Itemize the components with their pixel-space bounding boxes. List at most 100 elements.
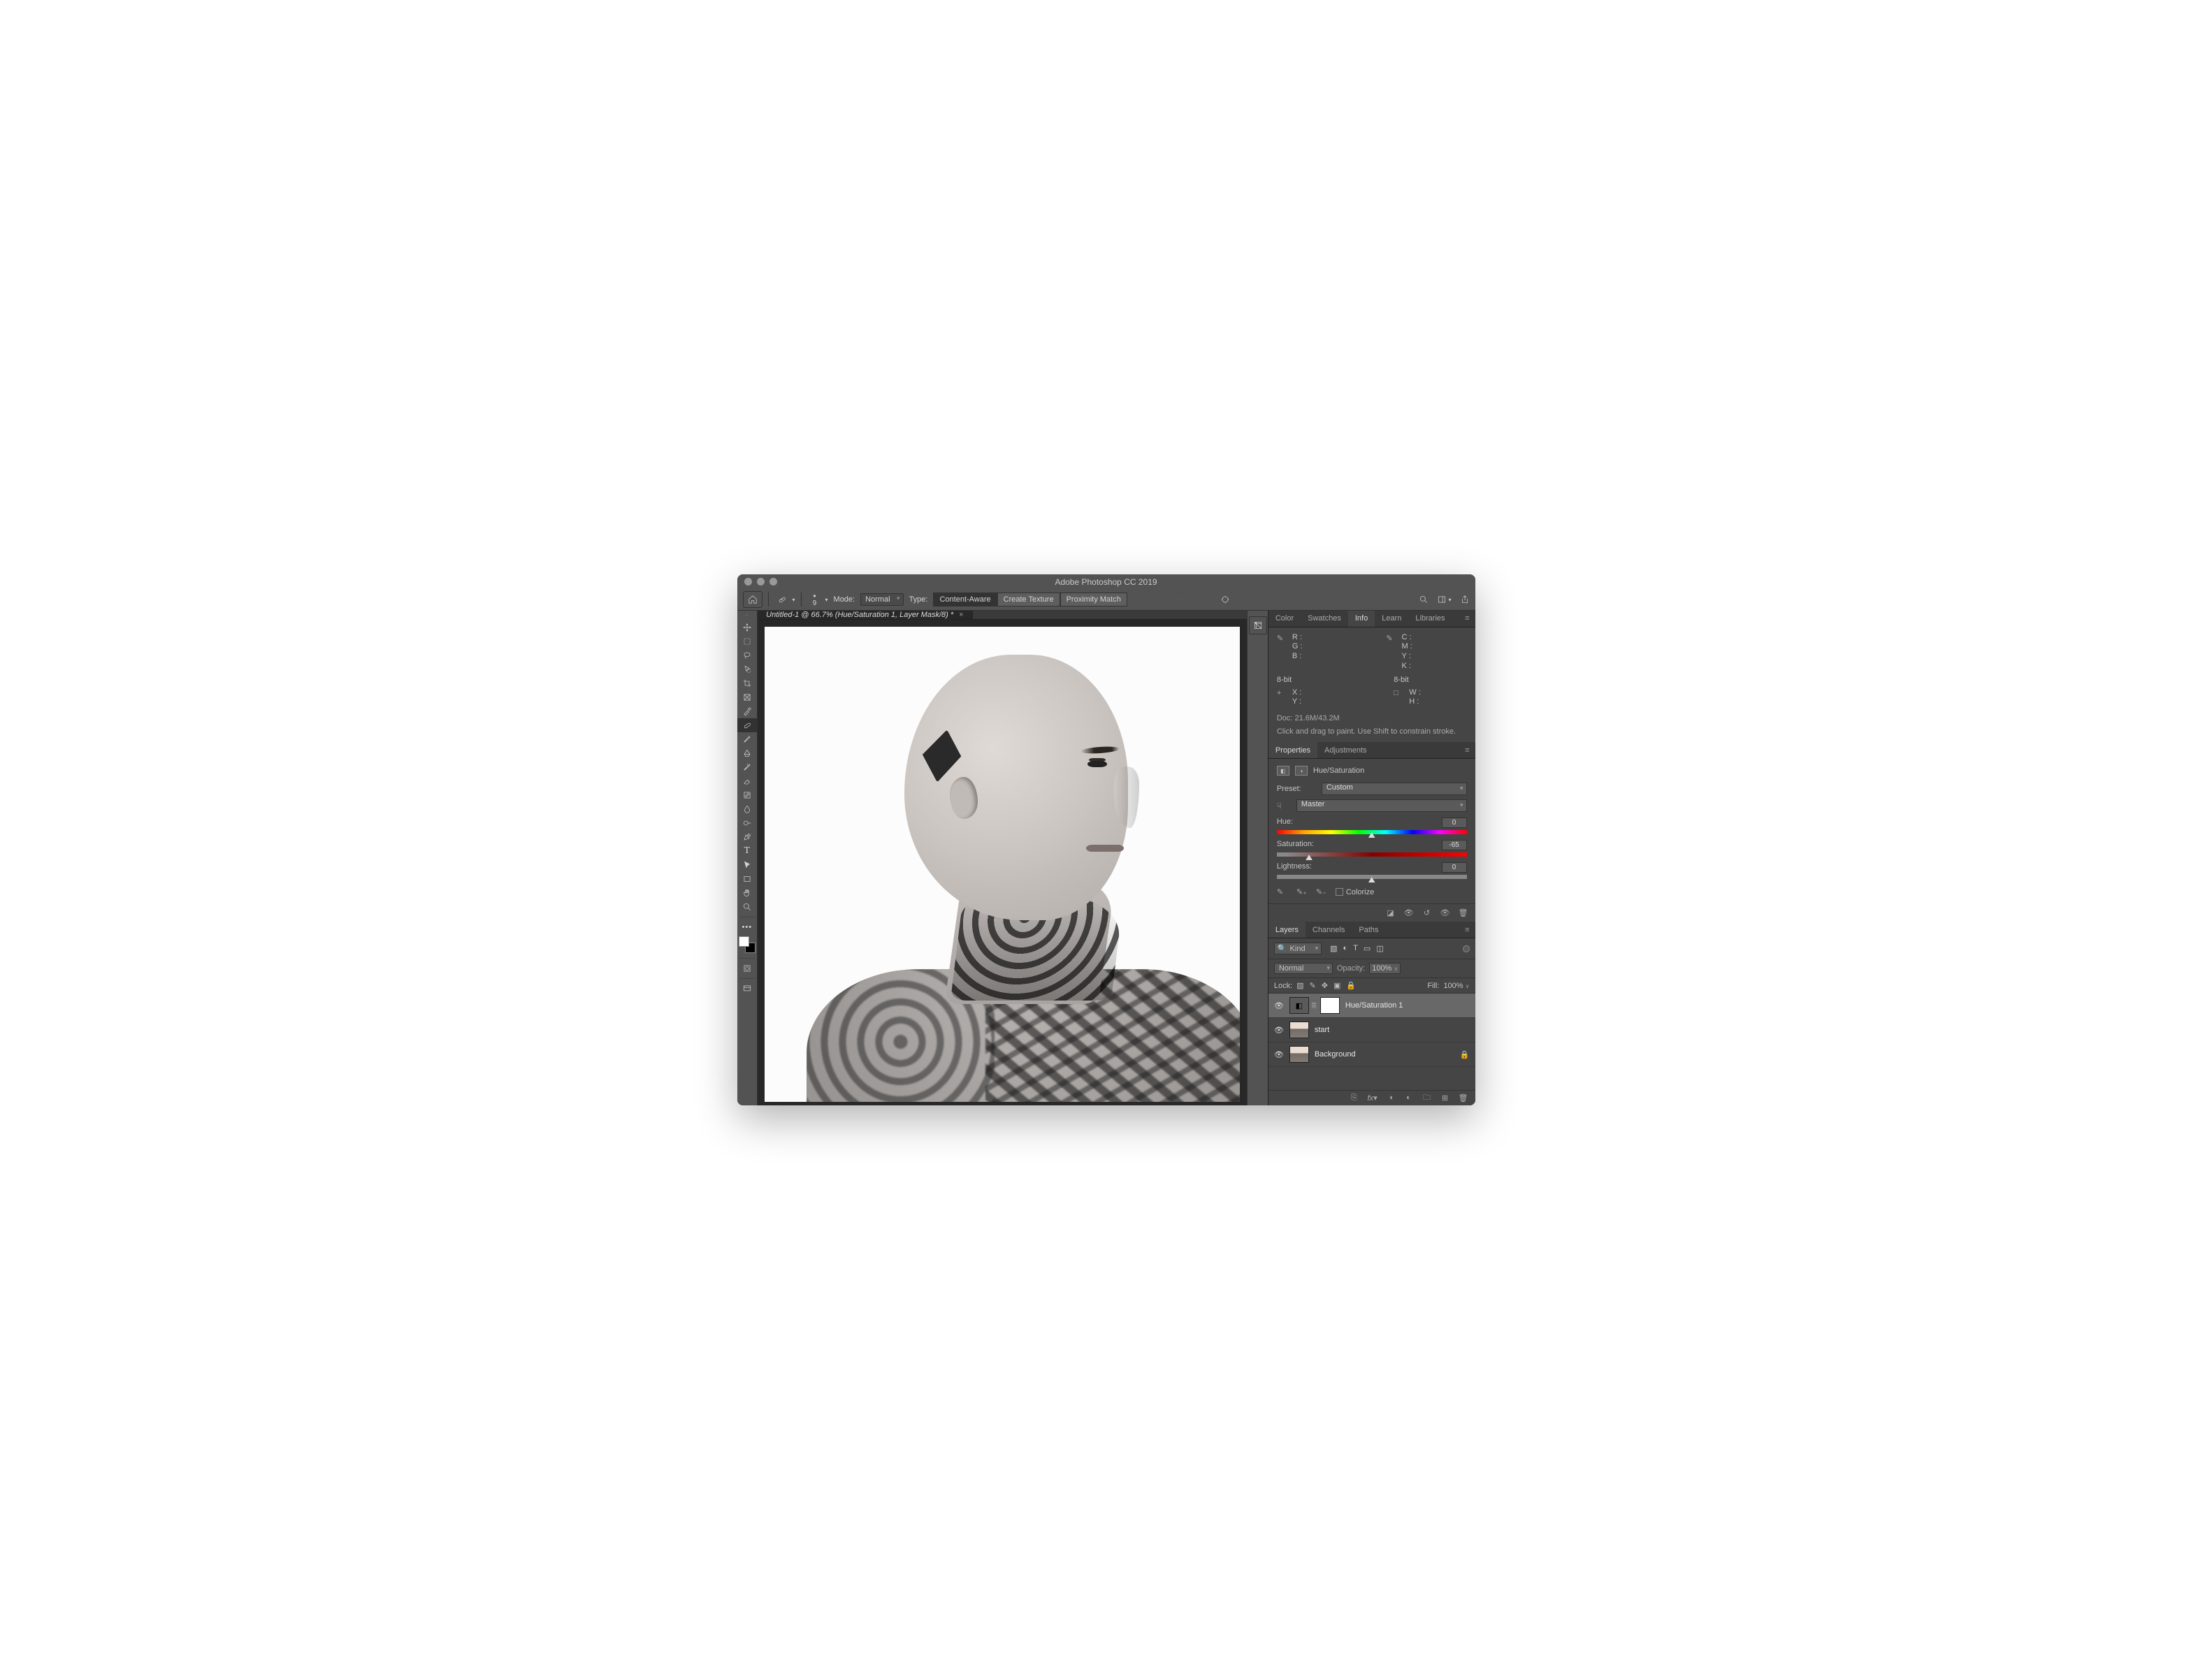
hand-tool[interactable] (737, 886, 757, 900)
proximity-match-button[interactable]: Proximity Match (1060, 593, 1127, 606)
targeted-adjust-icon[interactable]: ☟ (1277, 801, 1291, 811)
lightness-value[interactable]: 0 (1442, 862, 1467, 873)
mask-thumb[interactable] (1320, 997, 1340, 1014)
marquee-tool[interactable] (737, 634, 757, 648)
clone-stamp-tool[interactable] (737, 746, 757, 760)
layer-row[interactable]: 👁 Background 🔒 (1268, 1042, 1475, 1067)
tab-paths[interactable]: Paths (1352, 922, 1385, 938)
edit-toolbar[interactable]: ••• (737, 920, 757, 934)
filter-shape-icon[interactable]: ▭ (1364, 944, 1371, 953)
foreground-color[interactable] (739, 936, 749, 947)
lock-transparent-icon[interactable]: ▧ (1296, 981, 1303, 990)
home-button[interactable] (743, 591, 762, 608)
tab-channels[interactable]: Channels (1306, 922, 1352, 938)
quick-mask-icon[interactable] (737, 961, 757, 975)
hue-slider[interactable] (1277, 830, 1467, 834)
eyedropper-minus-icon[interactable]: ✎₋ (1316, 887, 1326, 896)
close-icon[interactable]: × (959, 611, 963, 619)
layer-name[interactable]: start (1315, 1026, 1329, 1034)
filter-pixel-icon[interactable]: ▧ (1330, 944, 1337, 953)
canvas[interactable] (758, 620, 1247, 1105)
quick-select-tool[interactable] (737, 662, 757, 676)
trash-icon[interactable]: 🗑 (1459, 1093, 1468, 1103)
path-select-tool[interactable] (737, 858, 757, 872)
layer-row[interactable]: 👁 ◧ ⎘ Hue/Saturation 1 (1268, 994, 1475, 1018)
tab-adjustments[interactable]: Adjustments (1317, 742, 1374, 758)
blur-tool[interactable] (737, 802, 757, 816)
chevron-down-icon[interactable]: ▾ (825, 597, 828, 603)
tab-learn[interactable]: Learn (1375, 611, 1408, 627)
bandage-icon[interactable] (774, 592, 790, 607)
filter-toggle[interactable] (1463, 945, 1470, 952)
adjustment-thumb[interactable]: ◧ (1289, 997, 1309, 1014)
foreground-background-colors[interactable] (739, 936, 756, 953)
lock-all-icon[interactable]: 🔒 (1346, 981, 1356, 990)
history-brush-tool[interactable] (737, 760, 757, 774)
history-dock-icon[interactable] (1249, 616, 1267, 634)
hue-value[interactable]: 0 (1442, 817, 1467, 828)
lock-icon[interactable]: 🔒 (1460, 1050, 1470, 1059)
opacity-value[interactable]: 100% ∨ (1369, 963, 1401, 974)
adjustment-type-icon[interactable]: ◧ (1277, 766, 1289, 776)
layer-thumb[interactable] (1289, 1046, 1309, 1063)
toggle-visibility-icon[interactable]: 👁 (1440, 908, 1450, 917)
saturation-value[interactable]: -65 (1442, 840, 1467, 850)
new-layer-icon[interactable]: ⊞ (1440, 1093, 1450, 1103)
layer-name[interactable]: Background (1315, 1050, 1356, 1059)
tab-swatches[interactable]: Swatches (1301, 611, 1348, 627)
healing-brush-tool[interactable] (737, 718, 757, 732)
tab-info[interactable]: Info (1348, 611, 1375, 627)
clip-to-layer-icon[interactable]: ◪ (1386, 908, 1396, 917)
lightness-slider[interactable] (1277, 875, 1467, 879)
view-previous-icon[interactable]: 👁 (1404, 908, 1414, 917)
gradient-tool[interactable] (737, 788, 757, 802)
type-tool[interactable]: T (737, 844, 757, 858)
zoom-tool[interactable] (737, 900, 757, 914)
maximize-window-icon[interactable] (769, 578, 777, 586)
pen-tool[interactable] (737, 830, 757, 844)
document-tab[interactable]: Untitled-1 @ 66.7% (Hue/Saturation 1, La… (758, 611, 972, 619)
mask-icon[interactable]: ◑ (1295, 766, 1308, 776)
rectangle-tool[interactable] (737, 872, 757, 886)
colorize-checkbox[interactable]: Colorize (1336, 888, 1374, 896)
pressure-icon[interactable] (1217, 592, 1233, 607)
trash-icon[interactable]: 🗑 (1459, 908, 1468, 917)
eyedropper-plus-icon[interactable]: ✎₊ (1296, 887, 1306, 896)
crop-tool[interactable] (737, 676, 757, 690)
tab-layers[interactable]: Layers (1268, 922, 1306, 938)
dodge-tool[interactable] (737, 816, 757, 830)
lock-pixels-icon[interactable]: ✎ (1310, 981, 1316, 990)
panel-menu-icon[interactable]: ≡ (1459, 746, 1475, 755)
tab-libraries[interactable]: Libraries (1408, 611, 1452, 627)
layer-row[interactable]: 👁 start (1268, 1018, 1475, 1042)
add-mask-icon[interactable]: ◑ (1386, 1093, 1396, 1102)
move-tool[interactable] (737, 620, 757, 634)
traffic-lights[interactable] (744, 578, 777, 586)
link-layers-icon[interactable]: ⎘ (1350, 1093, 1359, 1103)
share-icon[interactable] (1460, 595, 1470, 604)
eyedropper-tool[interactable] (737, 704, 757, 718)
panel-grip[interactable] (741, 613, 753, 618)
brush-tool[interactable] (737, 732, 757, 746)
filter-smart-icon[interactable]: ◫ (1376, 944, 1383, 953)
visibility-icon[interactable]: 👁 (1274, 1026, 1284, 1035)
eyedropper-icon[interactable]: ✎ (1277, 887, 1287, 896)
new-group-icon[interactable]: 🗀 (1422, 1091, 1432, 1105)
new-adjustment-icon[interactable]: ◐ (1404, 1093, 1414, 1102)
visibility-icon[interactable]: 👁 (1274, 1001, 1284, 1010)
filter-type-icon[interactable]: T (1353, 944, 1358, 953)
visibility-icon[interactable]: 👁 (1274, 1050, 1284, 1059)
panel-menu-icon[interactable]: ≡ (1459, 926, 1475, 934)
layer-style-icon[interactable]: fx▾ (1368, 1093, 1378, 1103)
mode-select[interactable]: Normal (860, 593, 903, 606)
tab-properties[interactable]: Properties (1268, 742, 1317, 758)
brush-preset-icon[interactable]: • 9 (807, 592, 823, 607)
create-texture-button[interactable]: Create Texture (997, 593, 1060, 606)
workspace-switcher[interactable]: ▾ (1437, 595, 1451, 604)
search-icon[interactable] (1419, 595, 1429, 604)
close-window-icon[interactable] (744, 578, 752, 586)
chevron-down-icon[interactable]: ▾ (793, 597, 795, 603)
saturation-slider[interactable] (1277, 852, 1467, 857)
filter-adjust-icon[interactable]: ◐ (1343, 944, 1348, 953)
fill-value[interactable]: 100% ∨ (1443, 982, 1469, 990)
